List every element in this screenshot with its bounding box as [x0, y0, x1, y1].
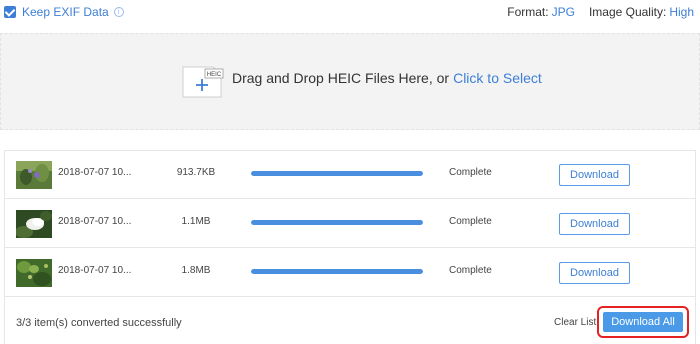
clear-list-button[interactable]: Clear List	[554, 317, 596, 328]
download-button[interactable]: Download	[559, 164, 630, 186]
file-size: 913.7KB	[176, 167, 216, 178]
format-setting[interactable]: Format: JPG	[507, 5, 575, 19]
info-icon[interactable]: i	[113, 7, 124, 17]
file-status: Complete	[449, 167, 492, 178]
heic-file-add-icon: HEIC	[182, 66, 224, 98]
keep-exif-label[interactable]: Keep EXIF Data	[22, 5, 109, 19]
file-list: 2018-07-07 10... 913.7KB Complete Downlo…	[4, 150, 696, 344]
conversion-summary: 3/3 item(s) converted successfully	[16, 317, 182, 329]
download-button[interactable]: Download	[559, 262, 630, 284]
progress-bar	[251, 220, 423, 225]
quality-value[interactable]: High	[669, 5, 694, 19]
format-value[interactable]: JPG	[552, 5, 575, 19]
file-name: 2018-07-07 10...	[58, 216, 132, 227]
progress-fill	[251, 171, 423, 176]
keep-exif-checkbox[interactable]	[4, 6, 16, 18]
progress-fill	[251, 220, 423, 225]
click-to-select-link[interactable]: Click to Select	[453, 70, 542, 86]
file-thumbnail	[16, 161, 52, 189]
file-status: Complete	[449, 216, 492, 227]
output-settings: Format: JPG Image Quality: High	[507, 5, 694, 19]
quality-label: Image Quality:	[588, 5, 667, 19]
progress-bar	[251, 171, 423, 176]
file-row: 2018-07-07 10... 1.8MB Complete Download	[5, 249, 695, 297]
download-all-button[interactable]: Download All	[603, 312, 683, 332]
drop-instructions: Drag and Drop HEIC Files Here, or Click t…	[232, 70, 542, 86]
progress-bar	[251, 269, 423, 274]
file-size: 1.1MB	[181, 216, 211, 227]
file-row: 2018-07-07 10... 913.7KB Complete Downlo…	[5, 151, 695, 199]
download-button[interactable]: Download	[559, 213, 630, 235]
keep-exif-option[interactable]: Keep EXIF Data i	[4, 5, 124, 19]
progress-fill	[251, 269, 423, 274]
file-status: Complete	[449, 265, 492, 276]
file-thumbnail	[16, 210, 52, 238]
drop-text: Drag and Drop HEIC Files Here, or	[232, 70, 450, 86]
file-row: 2018-07-07 10... 1.1MB Complete Download	[5, 200, 695, 248]
quality-setting[interactable]: Image Quality: High	[589, 5, 694, 19]
top-bar: Keep EXIF Data i Format: JPG Image Quali…	[0, 0, 700, 28]
file-name: 2018-07-07 10...	[58, 265, 132, 276]
file-name: 2018-07-07 10...	[58, 167, 132, 178]
drop-zone[interactable]: HEIC Drag and Drop HEIC Files Here, or Cl…	[0, 33, 700, 130]
heic-badge: HEIC	[207, 72, 222, 78]
file-size: 1.8MB	[181, 265, 211, 276]
format-label: Format:	[507, 5, 549, 19]
list-footer: 3/3 item(s) converted successfully Clear…	[5, 297, 695, 344]
file-thumbnail	[16, 259, 52, 287]
download-all-highlight: Download All	[597, 306, 689, 338]
